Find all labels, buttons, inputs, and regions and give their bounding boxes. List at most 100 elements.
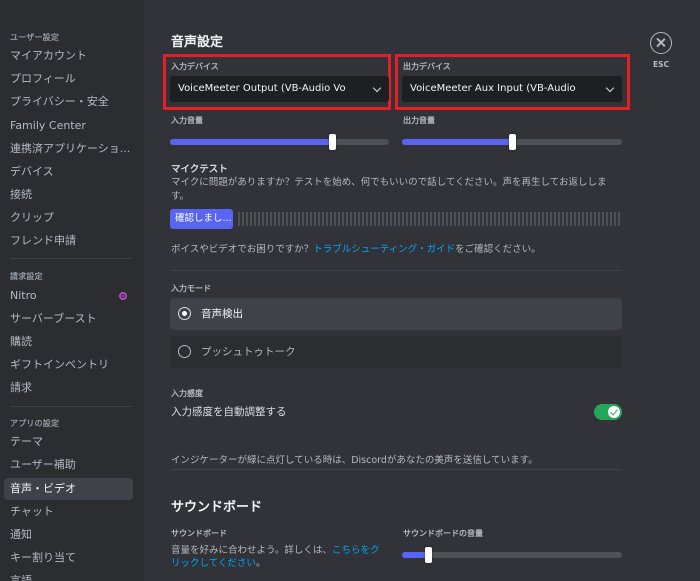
meter-bar: [414, 212, 416, 226]
meter-bar: [322, 212, 324, 226]
sidebar-item-notifications[interactable]: 通知: [4, 524, 133, 546]
input-mode-voice-activity[interactable]: 音声検出: [170, 298, 622, 330]
sidebar-item-subscriptions[interactable]: 購読: [4, 331, 133, 353]
input-sensitivity-label: 入力感度: [171, 389, 203, 398]
meter-bar: [410, 212, 412, 226]
meter-bar: [526, 212, 528, 226]
meter-bar: [374, 212, 376, 226]
meter-bar: [346, 212, 348, 226]
meter-bar: [462, 212, 464, 226]
input-volume-track[interactable]: [170, 139, 389, 145]
output-device-label: 出力デバイス: [403, 62, 451, 71]
meter-bar: [370, 212, 372, 226]
sidebar-item-family-center[interactable]: Family Center: [4, 115, 133, 137]
meter-bar: [402, 212, 404, 226]
meter-bar: [586, 212, 588, 226]
troubleshooting-guide-link[interactable]: トラブルシューティング・ガイド: [313, 244, 455, 255]
meter-bar: [342, 212, 344, 226]
close-button[interactable]: [650, 32, 672, 54]
sidebar-item-profile[interactable]: プロフィール: [4, 68, 133, 90]
meter-bar: [298, 212, 300, 226]
meter-bar: [542, 212, 544, 226]
meter-bar: [238, 212, 240, 226]
sidebar-item-devices[interactable]: デバイス: [4, 161, 133, 183]
sidebar-item-connections[interactable]: 接続: [4, 184, 133, 206]
meter-bar: [602, 212, 604, 226]
sidebar-divider: [10, 258, 132, 259]
soundboard-volume-slider-handle[interactable]: [425, 547, 432, 563]
meter-bar: [486, 212, 488, 226]
meter-bar: [350, 212, 352, 226]
input-mode-push-to-talk[interactable]: プッシュトゥトーク: [170, 336, 622, 368]
sidebar-item-gift-inventory[interactable]: ギフトインベントリ: [4, 354, 133, 376]
meter-bar: [478, 212, 480, 226]
input-volume-slider-handle[interactable]: [329, 134, 336, 150]
input-mode-ptt-label: プッシュトゥトーク: [201, 346, 296, 358]
sidebar-item-billing[interactable]: 請求: [4, 377, 133, 399]
output-device-select[interactable]: VoiceMeeter Aux Input (VB-Audio: [402, 76, 622, 102]
meter-bar: [574, 212, 576, 226]
meter-bar: [286, 212, 288, 226]
meter-bar: [330, 212, 332, 226]
input-device-label: 入力デバイス: [171, 62, 219, 71]
meter-bar: [310, 212, 312, 226]
meter-bar: [454, 212, 456, 226]
meter-bar: [254, 212, 256, 226]
meter-bar: [326, 212, 328, 226]
mic-level-meter: [238, 212, 622, 226]
voice-video-settings: 音声設定 入力デバイス VoiceMeeter Output (VB-Audio…: [144, 0, 700, 581]
sidebar-item-clips[interactable]: クリップ: [4, 207, 133, 229]
meter-bar: [522, 212, 524, 226]
mic-test-button[interactable]: 確認しまし...: [170, 209, 233, 229]
meter-bar: [498, 212, 500, 226]
meter-bar: [398, 212, 400, 226]
auto-sensitivity-toggle[interactable]: [594, 404, 622, 420]
meter-bar: [366, 212, 368, 226]
soundboard-volume-track[interactable]: [402, 552, 622, 558]
meter-bar: [590, 212, 592, 226]
sidebar-item-nitro[interactable]: Nitro: [4, 285, 133, 307]
meter-bar: [386, 212, 388, 226]
sidebar-header-app-settings: アプリの設定: [10, 419, 60, 428]
meter-bar: [618, 212, 620, 226]
sidebar-item-chat[interactable]: チャット: [4, 501, 133, 523]
output-volume-slider-handle[interactable]: [509, 134, 516, 150]
meter-bar: [570, 212, 572, 226]
sidebar-item-appearance[interactable]: テーマ: [4, 431, 133, 453]
sidebar-item-accessibility[interactable]: ユーザー補助: [4, 454, 133, 476]
sidebar-divider: [10, 406, 132, 407]
output-device-value: VoiceMeeter Aux Input (VB-Audio: [410, 83, 576, 94]
meter-bar: [514, 212, 516, 226]
input-device-select[interactable]: VoiceMeeter Output (VB-Audio Vo: [170, 76, 389, 102]
sidebar-item-voice-video[interactable]: 音声・ビデオ: [4, 478, 133, 500]
soundboard-desc-suffix: 。: [255, 558, 266, 569]
meter-bar: [538, 212, 540, 226]
auto-sensitivity-label: 入力感度を自動調整する: [171, 406, 287, 418]
meter-bar: [390, 212, 392, 226]
soundboard-title: サウンドボード: [171, 500, 263, 515]
sidebar-item-server-boost[interactable]: サーバーブースト: [4, 308, 133, 330]
close-label: ESC: [653, 60, 670, 69]
soundboard-label: サウンドボード: [171, 529, 227, 538]
input-mode-voice-label: 音声検出: [201, 308, 243, 320]
sidebar-item-my-account[interactable]: マイアカウント: [4, 45, 133, 67]
sidebar-item-privacy-safety[interactable]: プライバシー・安全: [4, 91, 133, 113]
mic-test-description: マイクに問題がありますか？テストを始め、何でもいいので話してください。声を再生し…: [171, 177, 607, 202]
sidebar-item-friend-requests[interactable]: フレンド申請: [4, 230, 133, 252]
meter-bar: [594, 212, 596, 226]
sidebar-header-user-settings: ユーザー設定: [10, 33, 60, 42]
meter-bar: [314, 212, 316, 226]
sidebar-item-keybinds[interactable]: キー割り当て: [4, 547, 133, 569]
meter-bar: [502, 212, 504, 226]
meter-bar: [458, 212, 460, 226]
input-device-value: VoiceMeeter Output (VB-Audio Vo: [178, 83, 346, 94]
sidebar-item-language[interactable]: 言語: [4, 570, 133, 581]
page-title: 音声設定: [171, 35, 224, 50]
meter-bar: [614, 212, 616, 226]
meter-bar: [598, 212, 600, 226]
meter-bar: [362, 212, 364, 226]
sidebar-item-authorized-apps[interactable]: 連携済アプリケーショ...: [4, 138, 133, 160]
output-volume-label: 出力音量: [403, 116, 435, 125]
meter-bar: [438, 212, 440, 226]
soundboard-desc-prefix: 音量を好みに合わせよう。詳しくは、: [171, 545, 332, 556]
